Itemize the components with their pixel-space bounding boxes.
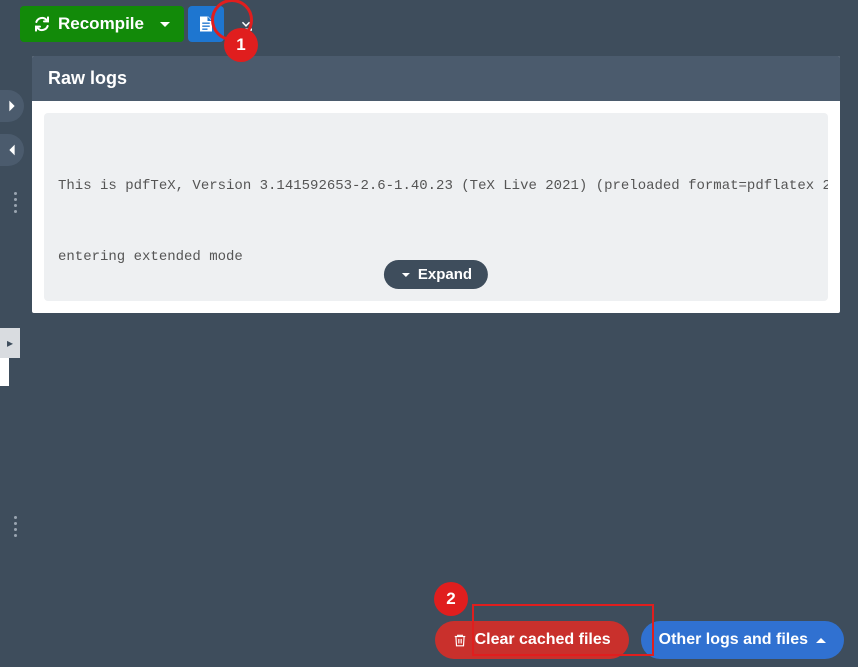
log-line: This is pdfTeX, Version 3.141592653-2.6-… <box>58 175 814 199</box>
download-icon <box>237 15 255 33</box>
other-logs-button[interactable]: Other logs and files <box>641 621 844 659</box>
annotation-badge-2: 2 <box>434 582 468 616</box>
chevron-right-icon: ▸ <box>7 336 13 350</box>
expand-label: Expand <box>418 266 472 283</box>
recompile-button[interactable]: Recompile <box>20 6 184 42</box>
toolbar: Recompile <box>0 0 858 48</box>
caret-up-icon <box>816 638 826 643</box>
clear-cache-button[interactable]: Clear cached files <box>435 621 629 659</box>
expand-button[interactable]: Expand <box>384 260 488 289</box>
collapse-panel-button[interactable]: ▸ <box>0 328 20 358</box>
drag-handle-top[interactable] <box>14 192 17 213</box>
download-button[interactable] <box>228 6 264 42</box>
document-icon <box>197 14 215 34</box>
arrow-right-icon <box>4 98 20 114</box>
panel-resizer[interactable] <box>0 358 9 386</box>
drag-handle-bottom[interactable] <box>14 516 17 537</box>
other-logs-label: Other logs and files <box>659 631 808 649</box>
chevron-down-icon <box>400 269 412 281</box>
sync-forward-button[interactable] <box>0 90 24 122</box>
clear-cache-label: Clear cached files <box>475 631 611 649</box>
refresh-icon <box>34 16 50 32</box>
annotation-number: 2 <box>446 589 455 609</box>
sync-backward-button[interactable] <box>0 134 24 166</box>
arrow-left-icon <box>4 142 20 158</box>
raw-logs-panel: Raw logs This is pdfTeX, Version 3.14159… <box>32 56 840 313</box>
logs-toggle-button[interactable] <box>188 6 224 42</box>
caret-down-icon <box>160 22 170 27</box>
log-wrapper: This is pdfTeX, Version 3.141592653-2.6-… <box>32 101 840 313</box>
footer-actions: Clear cached files Other logs and files <box>435 621 844 659</box>
trash-icon <box>453 632 467 648</box>
recompile-label: Recompile <box>58 14 144 34</box>
panel-title: Raw logs <box>32 56 840 101</box>
